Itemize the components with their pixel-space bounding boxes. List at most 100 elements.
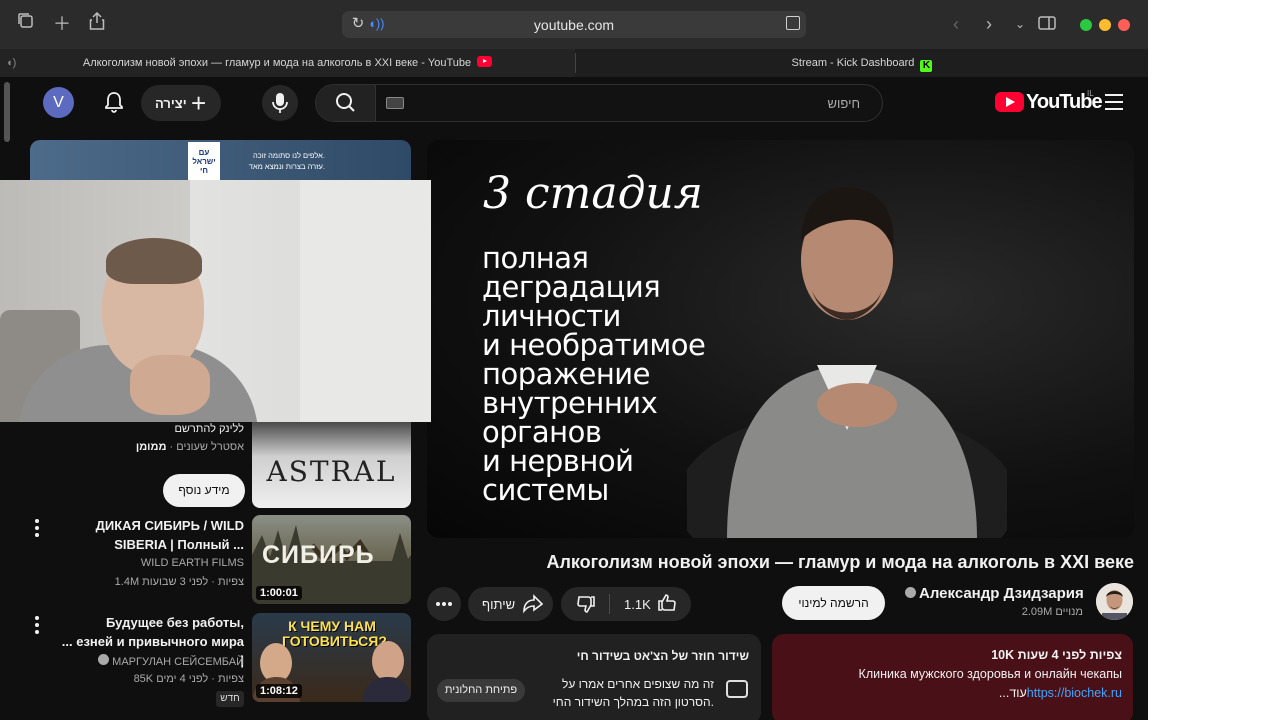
more-info-button[interactable]: מידע נוסף — [163, 474, 245, 507]
advertiser-name: אסטרל שעונים — [176, 441, 244, 453]
rec-channel-text: МАРГУЛАН СЕЙСЕМБАЙ — [112, 656, 244, 668]
forward-icon[interactable]: › — [977, 12, 1001, 36]
microphone-icon — [272, 93, 288, 113]
video-player[interactable]: 3 стадия полная деградация личности и не… — [427, 140, 1134, 538]
back-icon[interactable]: ‹ — [944, 12, 968, 36]
rec-title[interactable]: ДИКАЯ СИБИРЬ / WILD SIBERIA | Полный ... — [55, 516, 244, 554]
webcam-overlay — [0, 180, 431, 422]
open-panel-button[interactable]: פתיחת החלונית — [437, 679, 525, 702]
channel-avatar[interactable] — [1096, 583, 1133, 620]
search-button[interactable] — [316, 85, 376, 121]
verified-icon — [98, 654, 110, 665]
more-vertical-icon[interactable] — [34, 616, 40, 634]
show-more-link[interactable]: ...עוד — [999, 686, 1027, 700]
chat-replay-line: זה מה שצופים אחרים אמרו על — [561, 677, 714, 691]
share-label: שיתוף — [482, 597, 516, 612]
subscribe-button[interactable]: הרשמה למינוי — [782, 586, 885, 620]
rec-channel[interactable]: WILD EARTH FILMS — [55, 557, 244, 569]
keyboard-icon[interactable] — [386, 97, 404, 109]
ad-flag-logo: עם ישראל חי — [188, 142, 220, 180]
overlay-line: и нервной — [482, 444, 634, 478]
share-button[interactable]: שיתוף — [468, 587, 553, 621]
live-chat-replay-panel: שידור חוזר של הצ'אט בשידור חי זה מה שצופ… — [427, 634, 761, 720]
overlay-line: системы — [482, 473, 609, 507]
description-box[interactable]: 10K צפיות לפני 4 שעות Клиника мужского з… — [772, 634, 1133, 720]
webcam-person-hair — [106, 238, 202, 284]
dislike-icon[interactable] — [576, 594, 596, 614]
webcam-door — [300, 180, 431, 422]
description-link-line: ...עודhttps://biochek.ru — [999, 686, 1122, 700]
rec-meta: 1.4M צפיות · לפני 3 שבועות — [114, 576, 244, 588]
overlay-line: внутренних — [482, 386, 658, 420]
search-box — [315, 84, 883, 122]
like-count[interactable]: 1.1K — [624, 597, 651, 612]
ad-banner[interactable]: עם ישראל חי אלפים לנו סתומה זוכה. עזרה ב… — [30, 140, 411, 182]
voice-search-button[interactable] — [262, 85, 298, 121]
webcam-person-hand — [130, 355, 210, 415]
chevron-down-icon[interactable]: ⌄ — [1008, 12, 1032, 36]
reader-mode-icon[interactable] — [786, 16, 800, 30]
create-button[interactable]: יצירה + — [141, 85, 221, 121]
sponsored-label: ממומן — [135, 441, 167, 453]
channel-name[interactable]: Александр Дзидзария — [905, 585, 1084, 602]
like-divider — [609, 594, 610, 614]
rec-thumbnail[interactable]: К ЧЕМУ НАМ ГОТОВИТЬСЯ? 1:08:12 — [252, 613, 411, 702]
ad-title[interactable]: ללינק להתרשם — [30, 423, 244, 435]
overlay-line: и необратимое — [482, 328, 706, 362]
address-url: youtube.com — [533, 17, 615, 33]
window-zoom-button[interactable] — [1080, 19, 1092, 31]
tab-kick[interactable]: Stream - Kick Dashboard K — [576, 49, 1148, 77]
rec-title-line: Будущее без работы, — [106, 615, 244, 630]
overlay-line: полная — [482, 241, 589, 275]
window-close-button[interactable] — [1118, 19, 1130, 31]
browser-window: ＋ ↻ ◖)) youtube.com ‹ › ⌄ ◖) Алкоголизм … — [0, 0, 1148, 720]
notifications-bell-icon[interactable] — [102, 90, 126, 114]
plus-icon: + — [191, 88, 207, 118]
overlay-line: поражение — [482, 357, 651, 391]
search-input[interactable] — [408, 85, 868, 121]
description-link[interactable]: https://biochek.ru — [1027, 686, 1122, 700]
duration-badge: 1:00:01 — [256, 586, 302, 600]
video-title: Алкоголизм новой эпохи — гламур и мода н… — [546, 552, 1134, 572]
tab-label: Stream - Kick Dashboard — [791, 57, 915, 69]
youtube-favicon-icon — [477, 56, 493, 67]
window-minimize-button[interactable] — [1099, 19, 1111, 31]
rec-title-line: ДИКАЯ СИБИРЬ / WILD — [95, 518, 244, 533]
ad-flag-text: עם ישראל חי — [192, 148, 216, 175]
overlay-line: органов — [482, 415, 602, 449]
tab-youtube[interactable]: ◖) Алкоголизм новой эпохи — гламур и мод… — [0, 49, 575, 77]
more-horizontal-icon — [436, 602, 452, 606]
overlay-line: личности — [482, 299, 621, 333]
share-page-icon[interactable] — [85, 11, 109, 36]
duration-badge: 1:08:12 — [256, 684, 302, 698]
youtube-play-logo-icon — [995, 92, 1024, 112]
description-line: Клиника мужского здоровья и онлайн чекап… — [858, 667, 1122, 681]
kick-favicon-icon: K — [920, 60, 933, 72]
chat-replay-title: שידור חוזר של הצ'אט בשידור חי — [576, 649, 749, 663]
view-stats: 10K צפיות לפני 4 שעות — [991, 648, 1122, 662]
more-actions-button[interactable] — [427, 587, 461, 621]
share-arrow-icon — [523, 594, 544, 614]
overlay-line: деградация — [482, 270, 661, 304]
ad-thumbnail[interactable]: ASTRAL — [252, 422, 411, 508]
speaker-icon[interactable]: ◖) — [6, 49, 16, 77]
menu-icon[interactable] — [1105, 94, 1123, 110]
create-label: יצירה — [155, 96, 187, 111]
rec-channel[interactable]: МАРГУЛАН СЕЙСЕМБАЙ — [55, 654, 244, 668]
new-badge: חדש — [216, 691, 244, 707]
logo-country: IL — [1087, 89, 1094, 98]
overlay-title: 3 стадия — [483, 168, 703, 219]
browser-toolbar: ＋ ↻ ◖)) youtube.com ‹ › ⌄ — [0, 0, 1148, 49]
youtube-logo[interactable]: YouTube IL — [995, 89, 1103, 117]
tab-overview-icon[interactable] — [14, 12, 38, 36]
address-bar[interactable]: ↻ ◖)) youtube.com — [342, 11, 806, 38]
rec-thumbnail[interactable]: СИБИРЬ 1:00:01 — [252, 515, 411, 604]
chat-replay-line: הסרטון הזה במהלך השידור החי. — [552, 695, 714, 709]
scrollbar[interactable] — [4, 82, 10, 142]
like-icon[interactable] — [657, 593, 677, 613]
tab-label: Алкоголизм новой эпохи — гламур и мода н… — [82, 57, 472, 69]
sidebar-toggle-icon[interactable] — [1035, 12, 1059, 36]
more-vertical-icon[interactable] — [34, 519, 40, 537]
account-avatar[interactable]: V — [43, 87, 74, 118]
new-tab-icon[interactable]: ＋ — [50, 12, 74, 36]
